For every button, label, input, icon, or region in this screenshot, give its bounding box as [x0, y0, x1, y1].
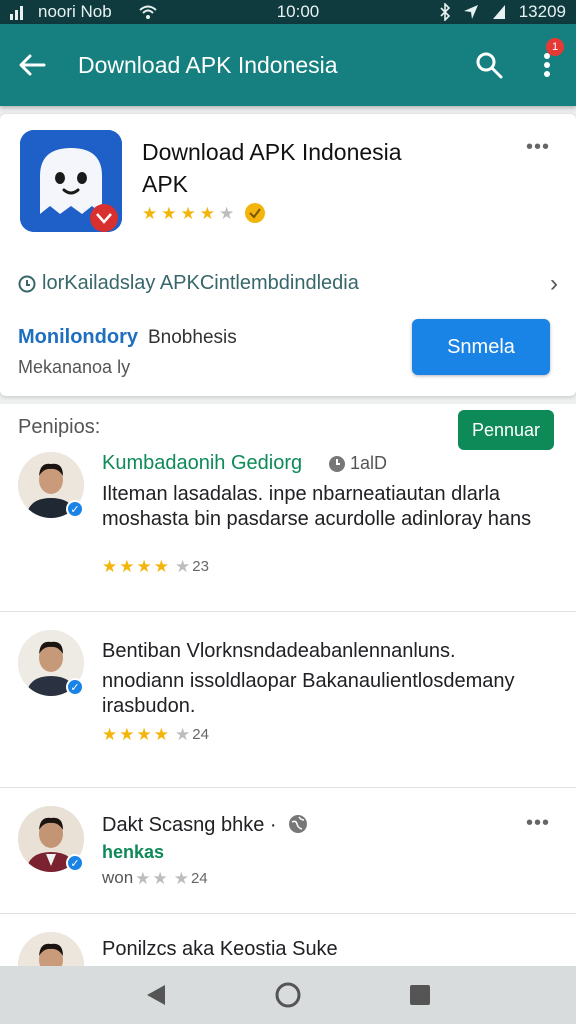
app-info-text: lorKailadslay APKCintlembdindledia — [42, 272, 359, 294]
star-icon: ★ — [135, 868, 151, 888]
page-title: Download APK Indonesia — [78, 51, 338, 78]
battery-label: 13209 — [518, 2, 566, 21]
reviewer-subtitle: henkas — [102, 842, 165, 862]
more-vert-icon — [544, 53, 550, 77]
developer-subtitle: Mekananoa ly — [18, 357, 131, 377]
rating-count: 24 — [190, 869, 208, 887]
review-meta: 1alD — [328, 453, 387, 474]
star-icon: ★ — [119, 557, 135, 576]
rating-count: 23 — [192, 558, 209, 575]
nav-back-button[interactable] — [136, 975, 176, 1015]
star-icon: ★ — [152, 868, 168, 888]
info-icon — [18, 275, 36, 292]
reviews-section: Penipios: Pennuar ✓ Kumbadaonih Gediorg … — [0, 404, 576, 966]
app-card: Download APK Indonesia APK ★ ★ ★ ★ ★ •••… — [0, 114, 576, 396]
signal-icon — [10, 6, 23, 20]
carrier-label: noori Nob — [38, 2, 112, 21]
install-button[interactable]: Snmela — [412, 319, 550, 375]
bluetooth-icon — [440, 3, 450, 21]
star-icon: ★ — [119, 725, 135, 744]
star-icon: ★ — [175, 557, 191, 576]
review-text: nnodiann issoldlaopar Bakanaulientlosdem… — [102, 670, 515, 717]
clock: 10:00 — [276, 2, 320, 21]
back-button[interactable] — [0, 24, 64, 106]
review-item: ✓ Bentiban Vlorknsndadeabanlennanluns. n… — [0, 612, 576, 788]
star-icon: ★ — [102, 557, 118, 576]
app-bar: Download APK Indonesia 1 — [0, 24, 576, 106]
reviewer-name-text: Dakt Scasng bhke · — [102, 814, 277, 836]
back-arrow-icon — [19, 54, 46, 76]
star-icon: ★ — [180, 203, 196, 223]
reviews-header: Penipios: — [18, 416, 101, 438]
review-meta-text: 1alD — [350, 453, 388, 473]
rating-count: 24 — [192, 726, 209, 743]
star-icon: ★ — [136, 725, 152, 744]
review-rating: ★ ★ ★ ★ ★ 24 — [102, 726, 209, 743]
status-bar: noori Nob 10:00 13209 — [0, 0, 576, 24]
star-icon: ★ — [199, 203, 215, 223]
avatar[interactable] — [18, 932, 84, 966]
verified-badge-icon: ✓ — [66, 500, 84, 518]
time-icon — [329, 455, 345, 472]
system-nav-bar — [0, 966, 576, 1024]
app-rating: ★ ★ ★ ★ ★ — [142, 202, 266, 224]
star-icon: ★ — [173, 868, 189, 888]
rating-prefix: won — [102, 868, 134, 887]
star-icon: ★ — [153, 557, 169, 576]
star-icon: ★ — [161, 203, 177, 223]
reviewer-name[interactable]: Kumbadaonih Gediorg — [102, 452, 302, 475]
reviewer-name[interactable]: Dakt Scasng bhke · — [102, 814, 308, 837]
globe-icon — [289, 815, 308, 833]
reviewer-name[interactable]: Bentiban Vlorknsndadeabanlennanluns. — [102, 640, 456, 663]
review-text: Ilteman lasadalas. inpe nbarneatiautan d… — [102, 483, 532, 530]
review-item: Ponilzcs aka Keostia Suke — [0, 914, 576, 966]
nav-recents-icon — [410, 985, 430, 1005]
review-rating: won ★ ★ ★ 24 — [102, 868, 208, 888]
review-rating: ★ ★ ★ ★ ★ 23 — [102, 558, 209, 575]
avatar-icon — [18, 932, 84, 966]
star-icon: ★ — [219, 203, 235, 223]
app-info-row[interactable]: lorKailadslay APKCintlembdindledia › — [18, 269, 558, 297]
verified-badge-icon: ✓ — [66, 678, 84, 696]
award-badge-icon — [245, 203, 266, 223]
reviewer-name[interactable]: Ponilzcs aka Keostia Suke — [102, 938, 338, 961]
location-icon — [463, 5, 478, 19]
review-item: ✓ Dakt Scasng bhke · henkas won ★ ★ ★ 24… — [0, 788, 576, 914]
nav-back-icon — [147, 985, 165, 1005]
battery-icon — [492, 5, 505, 19]
nav-home-icon — [275, 982, 301, 1008]
wifi-icon — [139, 5, 157, 19]
ghost-logo-icon — [20, 130, 122, 232]
notification-badge: 1 — [546, 38, 564, 56]
star-icon: ★ — [175, 725, 191, 744]
overflow-menu-button[interactable]: 1 — [518, 24, 576, 106]
nav-recents-button[interactable] — [400, 975, 440, 1015]
app-name: Download APK Indonesia APK — [142, 139, 402, 197]
star-icon: ★ — [142, 203, 158, 223]
app-logo[interactable] — [20, 130, 122, 232]
nav-home-button[interactable] — [268, 975, 308, 1015]
developer-name[interactable]: Monilondory — [18, 326, 138, 349]
review-more-button[interactable]: ••• — [526, 812, 550, 835]
star-icon: ★ — [102, 725, 118, 744]
verified-badge-icon: ✓ — [66, 854, 84, 872]
app-more-button[interactable]: ••• — [526, 136, 550, 159]
chevron-right-icon: › — [550, 269, 558, 297]
review-item: ✓ Kumbadaonih Gediorg 1alD Ilteman lasad… — [0, 444, 576, 612]
star-icon: ★ — [153, 725, 169, 744]
search-icon — [476, 52, 503, 79]
star-icon: ★ — [136, 557, 152, 576]
search-button[interactable] — [460, 24, 518, 106]
developer-tag: Bnobhesis — [148, 327, 237, 348]
